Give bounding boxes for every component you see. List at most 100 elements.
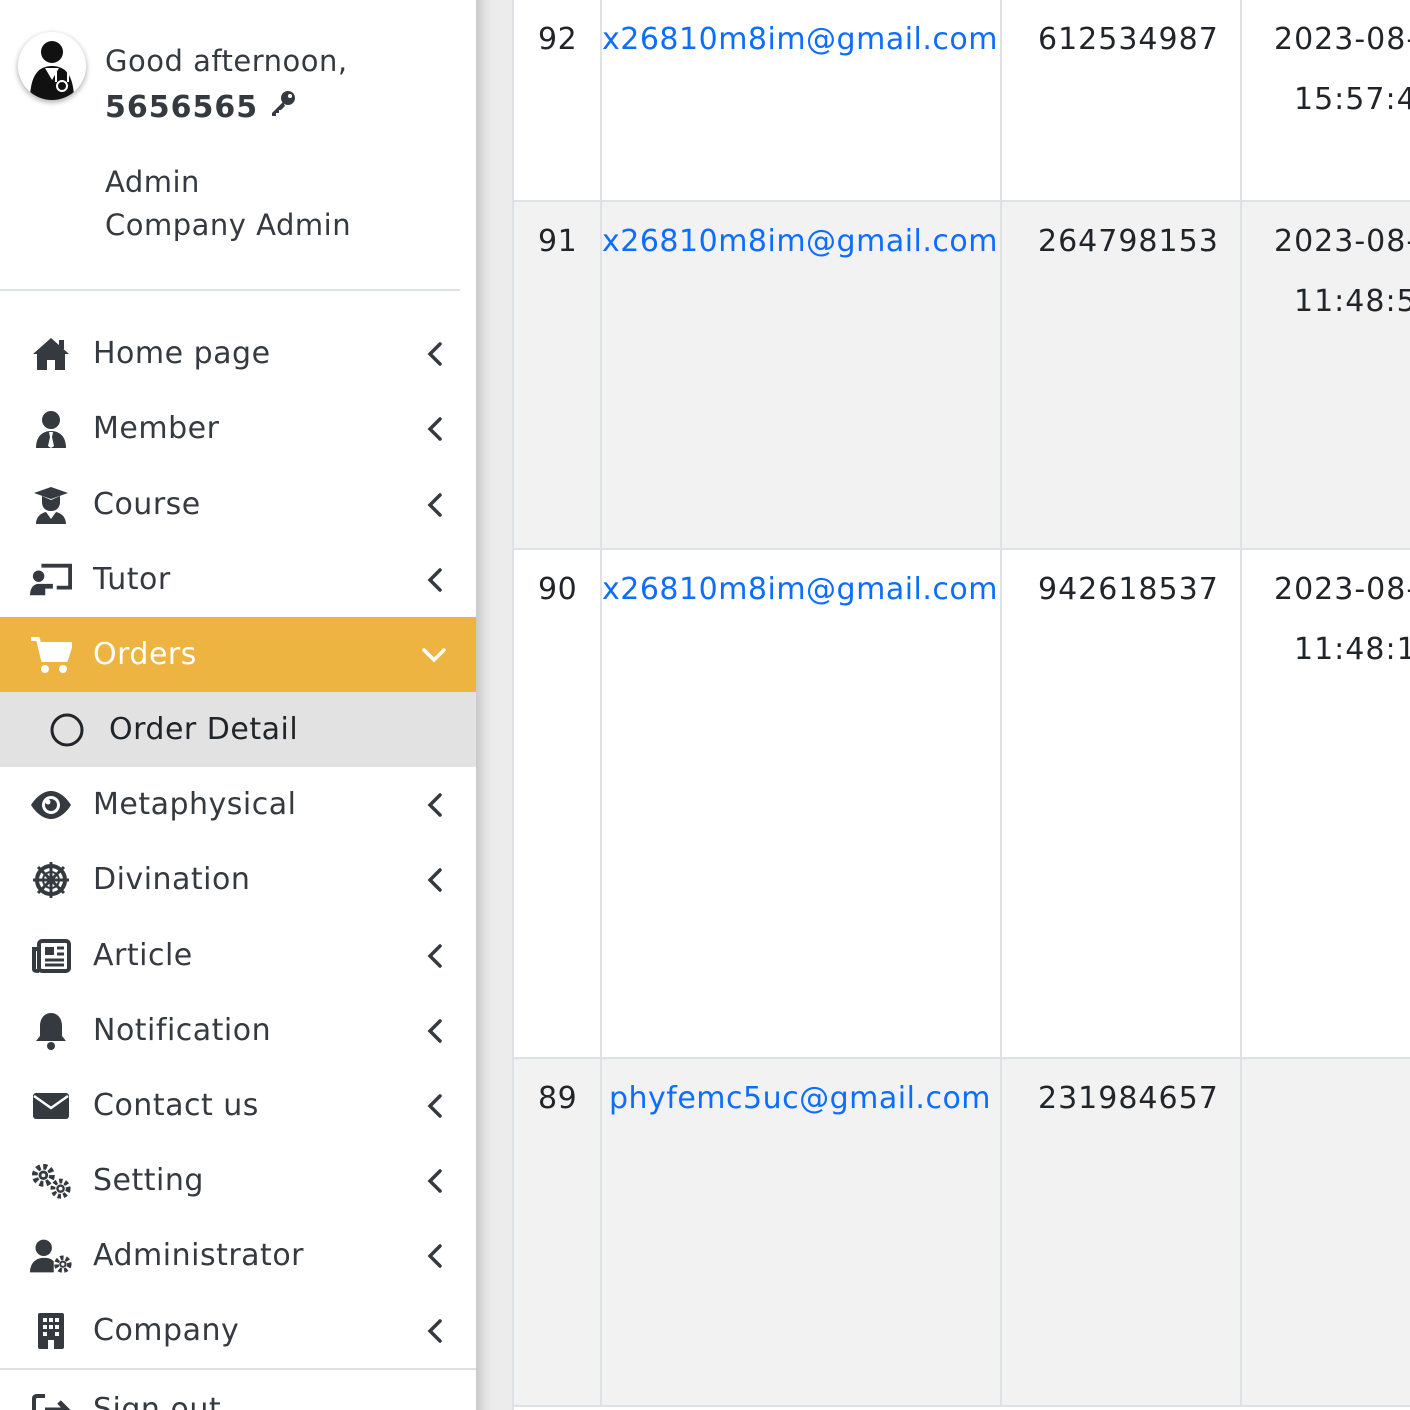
orders-table: 92 x26810m8im@gmail.com 612534987 2023-0… — [512, 0, 1410, 1410]
table-row[interactable]: 89 phyfemc5uc@gmail.com 231984657 — [514, 1059, 1410, 1407]
sidebar-item-label: Administrator — [93, 1237, 305, 1273]
order-code: 231984657 — [1038, 1081, 1219, 1116]
sidebar-item-administrator[interactable]: Administrator — [0, 1218, 476, 1293]
cell-date — [1240, 1059, 1410, 1405]
order-id: 89 — [538, 1081, 578, 1116]
order-time: 15:57:4 — [1294, 82, 1410, 117]
sidebar-divider — [0, 1368, 476, 1370]
order-email-link[interactable]: x26810m8im@gmail.com — [600, 22, 1000, 57]
chevron-left-icon — [424, 1017, 446, 1045]
cell-date: 2023-08- 15:57:4 — [1240, 0, 1410, 200]
sidebar-item-metaphysical[interactable]: Metaphysical — [0, 767, 476, 842]
newspaper-icon — [30, 935, 72, 977]
table-row[interactable]: 90 x26810m8im@gmail.com 942618537 2023-0… — [514, 550, 1410, 1059]
sidebar-item-label: Article — [93, 937, 193, 973]
sidebar-shadow — [476, 0, 492, 1410]
order-time: 11:48:5 — [1294, 284, 1410, 319]
chevron-down-icon — [420, 641, 448, 669]
order-id: 91 — [538, 224, 578, 259]
cell-code: 264798153 — [1000, 202, 1242, 548]
sidebar-item-label: Metaphysical — [93, 786, 297, 822]
order-date: 2023-08- — [1274, 22, 1410, 57]
chevron-left-icon — [424, 1167, 446, 1195]
sidebar-item-label: Notification — [93, 1012, 272, 1048]
sidebar-item-tutor[interactable]: Tutor — [0, 542, 476, 617]
chevron-left-icon — [424, 791, 446, 819]
chalkboard-teacher-icon — [30, 559, 72, 601]
eye-icon — [30, 784, 72, 826]
greeting-text: Good afternoon, — [105, 44, 348, 78]
sidebar-item-contact-us[interactable]: Contact us — [0, 1068, 476, 1143]
cell-date: 2023-08- 11:48:5 — [1240, 202, 1410, 548]
sidebar-item-sign-out[interactable]: Sign out — [0, 1372, 476, 1410]
order-id: 92 — [538, 22, 578, 57]
cell-email: x26810m8im@gmail.com — [600, 0, 1002, 200]
sidebar-item-label: Order Detail — [109, 711, 299, 747]
sidebar-item-article[interactable]: Article — [0, 918, 476, 993]
sidebar-item-company[interactable]: Company — [0, 1293, 476, 1368]
chevron-left-icon — [424, 1092, 446, 1120]
sidebar-item-label: Member — [93, 410, 220, 446]
order-id: 90 — [538, 572, 578, 607]
chevron-left-icon — [424, 491, 446, 519]
key-icon[interactable] — [268, 88, 298, 126]
cell-date: 2023-08- 11:48:1 — [1240, 550, 1410, 1057]
order-email-link[interactable]: phyfemc5uc@gmail.com — [600, 1081, 1000, 1116]
cell-code: 612534987 — [1000, 0, 1242, 200]
chevron-left-icon — [424, 566, 446, 594]
cell-id: 92 — [514, 0, 602, 200]
chevron-left-icon — [424, 866, 446, 894]
user-role: Admin — [105, 165, 200, 199]
circle-icon — [46, 709, 88, 751]
chevron-left-icon — [424, 340, 446, 368]
sidebar-item-label: Company — [93, 1312, 240, 1348]
cell-code: 942618537 — [1000, 550, 1242, 1057]
cell-email: x26810m8im@gmail.com — [600, 550, 1002, 1057]
sidebar-item-label: Sign out — [93, 1391, 222, 1410]
bell-icon — [30, 1010, 72, 1052]
cell-email: x26810m8im@gmail.com — [600, 202, 1002, 548]
envelope-icon — [30, 1085, 72, 1127]
chevron-left-icon — [424, 1317, 446, 1345]
sidebar-item-setting[interactable]: Setting — [0, 1143, 476, 1218]
chevron-left-icon — [424, 415, 446, 443]
cart-icon — [30, 634, 72, 676]
sidebar-item-label: Divination — [93, 861, 251, 897]
dharma-wheel-icon — [30, 859, 72, 901]
order-email-link[interactable]: x26810m8im@gmail.com — [600, 224, 1000, 259]
table-row[interactable]: 92 x26810m8im@gmail.com 612534987 2023-0… — [514, 0, 1410, 202]
username-text: 5656565 — [105, 89, 259, 125]
cell-id: 91 — [514, 202, 602, 548]
cell-email: phyfemc5uc@gmail.com — [600, 1059, 1002, 1405]
sidebar-item-label: Course — [93, 486, 201, 522]
user-cog-icon — [30, 1235, 72, 1277]
chevron-left-icon — [424, 1242, 446, 1270]
order-code: 264798153 — [1038, 224, 1219, 259]
order-code: 612534987 — [1038, 22, 1219, 57]
order-email-link[interactable]: x26810m8im@gmail.com — [600, 572, 1000, 607]
sidebar: Good afternoon, 5656565 Admin Company Ad… — [0, 0, 476, 1410]
sidebar-item-label: Orders — [93, 636, 197, 672]
cogs-icon — [30, 1160, 72, 1202]
sidebar-item-member[interactable]: Member — [0, 391, 476, 466]
sidebar-item-notification[interactable]: Notification — [0, 993, 476, 1068]
sidebar-item-home-page[interactable]: Home page — [0, 316, 476, 391]
building-icon — [30, 1310, 72, 1352]
sidebar-item-order-detail[interactable]: Order Detail — [0, 692, 476, 767]
username: 5656565 — [105, 88, 298, 126]
sign-out-icon — [30, 1389, 72, 1410]
sidebar-divider — [0, 289, 460, 291]
user-avatar[interactable] — [18, 32, 86, 100]
order-time: 11:48:1 — [1294, 632, 1410, 667]
sidebar-item-course[interactable]: Course — [0, 467, 476, 542]
sidebar-item-label: Setting — [93, 1162, 204, 1198]
chevron-left-icon — [424, 942, 446, 970]
graduate-icon — [30, 484, 72, 526]
sidebar-item-label: Home page — [93, 335, 271, 371]
table-row[interactable]: 91 x26810m8im@gmail.com 264798153 2023-0… — [514, 202, 1410, 550]
sidebar-item-orders[interactable]: Orders — [0, 617, 476, 692]
sidebar-item-divination[interactable]: Divination — [0, 842, 476, 917]
cell-id: 89 — [514, 1059, 602, 1405]
sidebar-item-label: Contact us — [93, 1087, 259, 1123]
user-tie-icon — [30, 408, 72, 450]
